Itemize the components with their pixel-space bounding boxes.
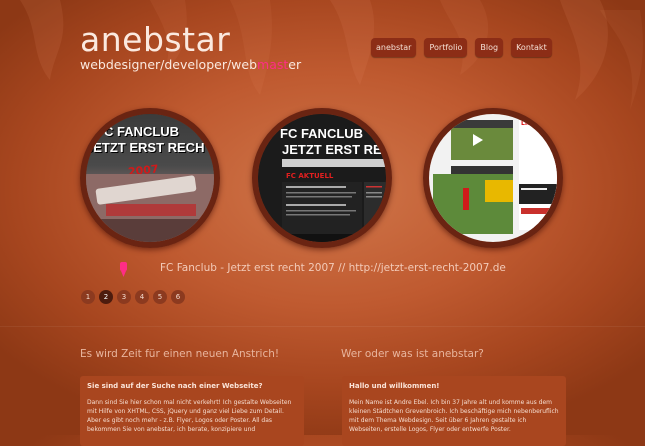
logo-subtitle: webdesigner/developer/webmaster [80,57,301,72]
left-box-text: Dann sind Sie hier schon mal nicht verke… [87,399,292,433]
thumbnail-image-3: LINKS [429,114,557,242]
slider-pagination: 1 2 3 4 5 6 [81,290,185,304]
thumb2-line2: JETZT ERST RE [282,142,382,157]
thumb2-line1: FC FANCLUB [280,126,364,141]
page-dot-5[interactable]: 5 [153,290,167,304]
nav-blog[interactable]: Blog [475,38,504,57]
right-box-text: Mein Name ist Andre Ebel. Ich bin 37 Jah… [349,399,559,433]
page-dot-4[interactable]: 4 [135,290,149,304]
page-dot-3[interactable]: 3 [117,290,131,304]
slide-thumbnail-3[interactable]: LINKS [423,108,563,248]
left-box-title: Sie sind auf der Suche nach einer Websei… [87,382,263,390]
section-divider [0,326,645,327]
logo-subtitle-highlight: mast [257,57,289,72]
slide-thumbnail-1[interactable]: FC FANCLUB JETZT ERST RECH 2007 [80,108,220,248]
page-dot-1[interactable]: 1 [81,290,95,304]
left-section-heading: Es wird Zeit für einen neuen Anstrich! [80,348,280,360]
right-section-heading: Wer oder was ist anebstar? [341,348,484,360]
thumbnail-image-2: FC FANCLUB JETZT ERST RE FC AKTUELL [258,114,386,242]
logo-subtitle-post: er [288,57,302,72]
intro-box-right: Hallo und willkommen! Mein Name ist Andr… [342,376,566,446]
crowd-graphic [86,174,214,242]
thumbnail-image-1: FC FANCLUB JETZT ERST RECH 2007 [86,114,214,242]
pin-icon [120,262,127,277]
thumb2-navbar [282,159,386,167]
intro-box-left: Sie sind auf der Suche nach einer Websei… [80,376,304,446]
thumb3-menu: LINKS [521,120,542,127]
logo-subtitle-pre: webdesigner/developer/web [80,57,258,72]
thumb3-screens [433,120,557,234]
page-dot-6[interactable]: 6 [171,290,185,304]
logo-title: anebstar [80,20,231,59]
slide-thumbnail-2[interactable]: FC FANCLUB JETZT ERST RE FC AKTUELL [252,108,392,248]
thumb1-line2: JETZT ERST RECH [86,140,205,155]
thumb2-content-lines [282,182,386,242]
nav-anebstar[interactable]: anebstar [371,38,417,57]
right-box-title: Hallo und willkommen! [349,382,440,390]
site-logo[interactable]: anebstar webdesigner/developer/webmaster [80,20,301,73]
page-dot-2[interactable]: 2 [99,290,113,304]
nav-kontakt[interactable]: Kontakt [511,38,552,57]
slide-caption[interactable]: FC Fanclub - Jetzt erst recht 2007 // ht… [160,262,506,274]
thumb1-line1: FC FANCLUB [96,124,180,139]
nav-portfolio[interactable]: Portfolio [424,38,468,57]
main-nav: anebstar Portfolio Blog Kontakt [371,38,552,57]
thumb2-menu: FC AKTUELL [286,172,334,180]
